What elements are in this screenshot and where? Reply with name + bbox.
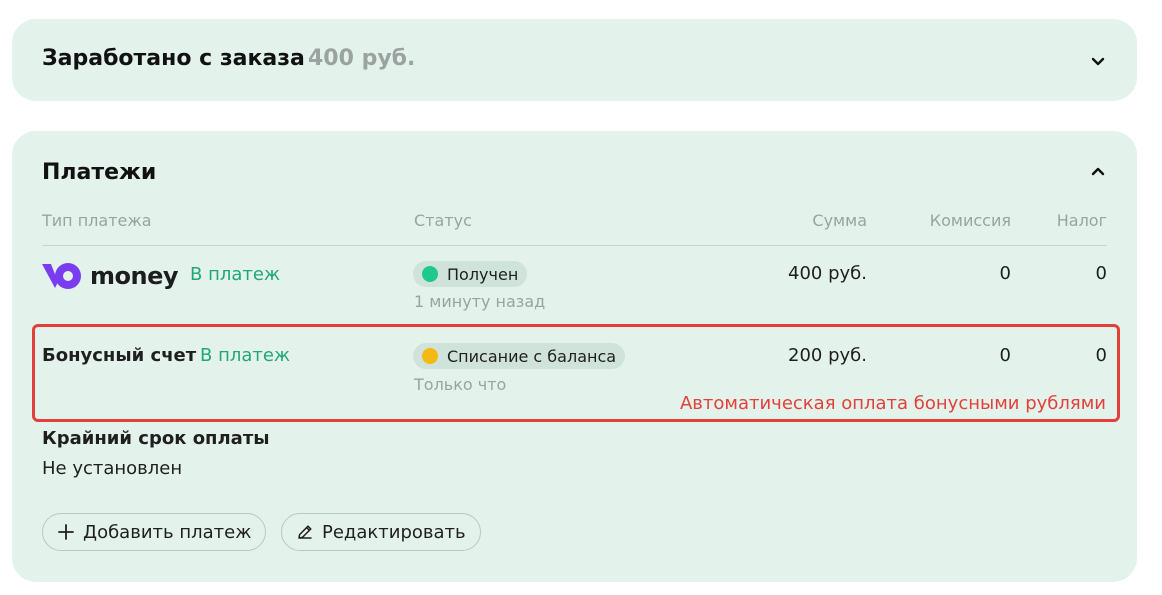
to-payment-link-1[interactable]: В платеж (190, 264, 280, 285)
yoomoney-logo-text: money (90, 262, 179, 290)
chevron-down-icon[interactable] (1088, 51, 1108, 71)
status-dot-yellow (422, 348, 438, 364)
table-divider (42, 245, 1107, 246)
status-dot-green (422, 266, 438, 282)
earned-amount: 400 руб. (308, 46, 416, 71)
to-payment-link-2[interactable]: В платеж (200, 345, 290, 366)
row-tax: 0 (1095, 263, 1107, 284)
status-time: 1 минуту назад (414, 292, 546, 311)
yoomoney-logo: money (42, 260, 179, 292)
annotation-note: Автоматическая оплата бонусными рублями (679, 393, 1106, 414)
add-payment-label: Добавить платеж (83, 521, 252, 543)
edit-button[interactable]: Редактировать (281, 513, 481, 551)
column-header-tax: Налог (1056, 211, 1107, 230)
column-header-status: Статус (414, 211, 472, 230)
status-badge-received: Получен (413, 261, 528, 287)
earned-title: Заработано с заказа (42, 46, 305, 71)
row-tax: 0 (1095, 345, 1107, 366)
row-sum: 400 руб. (788, 263, 867, 284)
row-commission: 0 (999, 345, 1011, 366)
edit-label: Редактировать (322, 521, 466, 543)
plus-icon (58, 524, 74, 540)
payments-title: Платежи (42, 160, 157, 185)
column-header-commission: Комиссия (929, 211, 1011, 230)
column-header-sum: Сумма (812, 211, 867, 230)
status-time: Только что (414, 375, 507, 394)
payments-card: Платежи Тип платежа Статус Сумма Комисси… (12, 131, 1137, 582)
column-header-type: Тип платежа (42, 211, 152, 230)
deadline-value: Не установлен (42, 458, 183, 479)
row-sum: 200 руб. (788, 345, 867, 366)
status-label: Списание с баланса (447, 346, 617, 366)
bonus-account-label: Бонусный счет (42, 345, 197, 366)
earned-card[interactable]: Заработано с заказа 400 руб. (12, 19, 1137, 101)
status-badge-debit: Списание с баланса (413, 343, 626, 369)
status-label: Получен (447, 264, 519, 284)
chevron-up-icon[interactable] (1088, 162, 1108, 182)
yoomoney-logo-icon (42, 263, 81, 289)
pencil-icon (298, 525, 312, 539)
deadline-label: Крайний срок оплаты (42, 428, 270, 449)
add-payment-button[interactable]: Добавить платеж (42, 513, 267, 551)
row-commission: 0 (999, 263, 1011, 284)
